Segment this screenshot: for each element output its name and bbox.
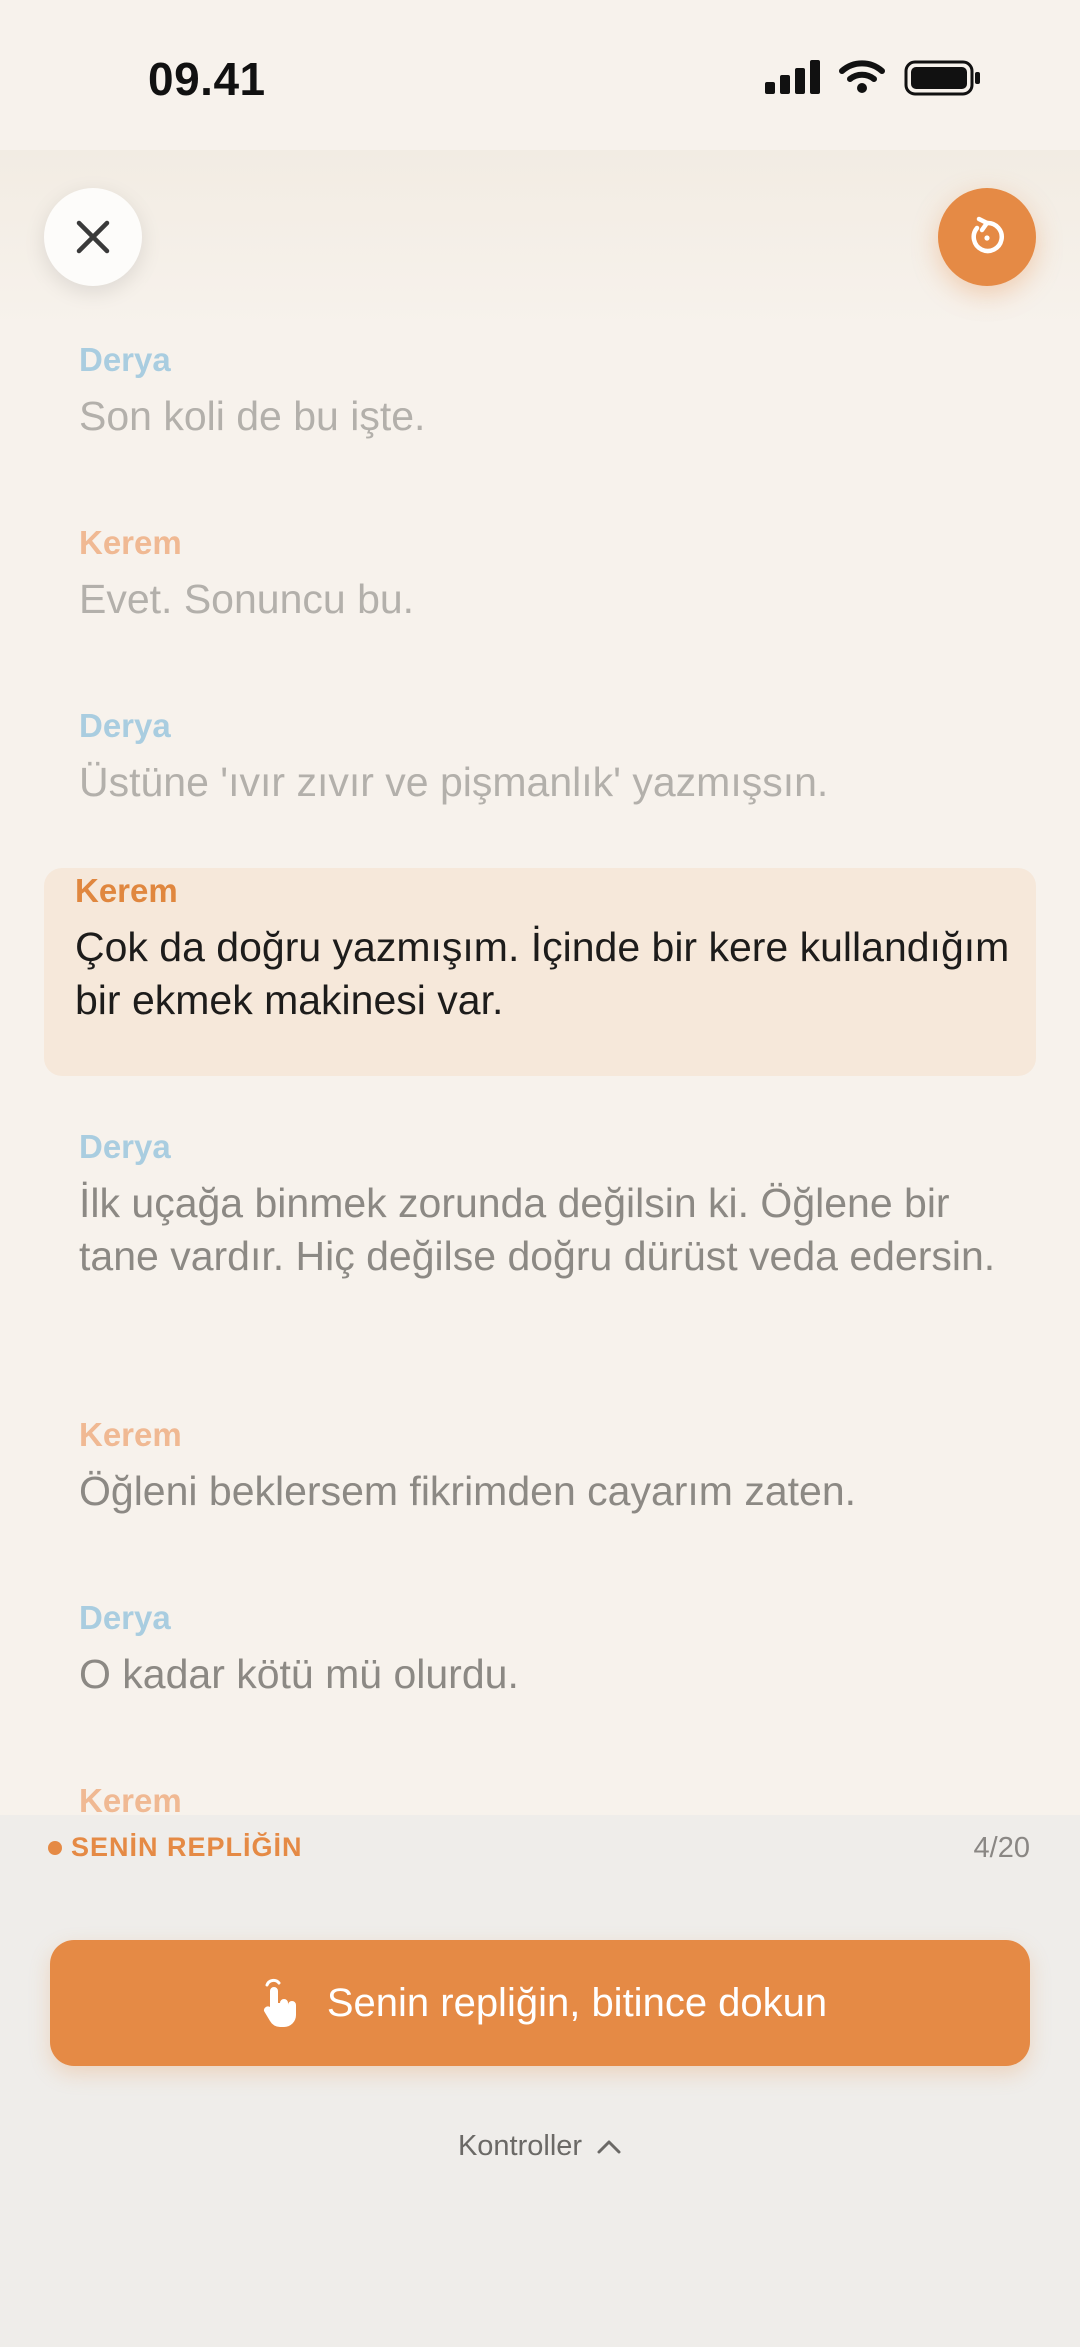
status-time: 09.41 <box>148 53 266 105</box>
controls-label: Kontroller <box>457 2130 583 2162</box>
speaker-name: Kerem <box>79 524 182 561</box>
close-button[interactable] <box>44 188 142 286</box>
script-line[interactable]: Derya Son koli de bu işte. <box>79 340 1019 443</box>
script-line[interactable]: Derya O kadar kötü mü olurdu. <box>79 1598 1019 1701</box>
restart-button[interactable] <box>938 188 1036 286</box>
cellular-signal-icon <box>765 60 820 94</box>
chevron-up-icon <box>597 2140 621 2153</box>
close-icon <box>76 220 110 254</box>
top-fade <box>0 150 1080 330</box>
line-text: İlk uçağa binmek zorunda değilsin ki. Öğ… <box>79 1180 996 1279</box>
tap-hand-icon <box>263 1978 296 2027</box>
speaker-name: Derya <box>79 341 171 378</box>
script-line[interactable]: Kerem Çok da doğru yazmışım. İçinde bir k… <box>75 871 1015 1027</box>
speaker-name: Derya <box>79 1599 171 1636</box>
speaker-name: Kerem <box>75 872 178 909</box>
line-text: Üstüne 'ıvır zıvır ve pişmanlık' yazmışs… <box>79 759 829 805</box>
bottom-panel <box>0 1815 1080 2347</box>
your-line-label: SENİN REPLİĞİN <box>71 1832 303 1862</box>
script-line[interactable]: Derya Üstüne 'ıvır zıvır ve pişmanlık' ya… <box>79 706 1019 809</box>
line-text: Çok da doğru yazmışım. İçinde bir kere k… <box>75 924 1010 1023</box>
line-text: Son koli de bu işte. <box>79 393 426 439</box>
script-line[interactable]: Kerem Öğleni beklersem fikrimden cayarım … <box>79 1415 1019 1518</box>
battery-icon <box>904 60 980 96</box>
wifi-icon <box>839 60 885 93</box>
speaker-name: Kerem <box>79 1416 182 1453</box>
restart-icon <box>971 216 1004 254</box>
your-line-header: SENİN REPLİĞİN <box>48 1832 303 1863</box>
line-text: Öğleni beklersem fikrimden cayarım zaten… <box>79 1468 857 1514</box>
line-text: Evet. Sonuncu bu. <box>79 576 415 622</box>
speaker-name: Derya <box>79 707 171 744</box>
status-bar: 09.41 <box>0 0 1080 150</box>
controls-toggle[interactable]: Kontroller <box>0 2130 1080 2163</box>
done-button-label: Senin repliğin, bitince dokun <box>326 1980 828 2025</box>
done-button[interactable]: Senin repliğin, bitince dokun <box>50 1940 1030 2066</box>
script-line[interactable]: Kerem Evet. Sonuncu bu. <box>79 523 1019 626</box>
speaker-name: Derya <box>79 1128 171 1165</box>
status-dot <box>48 1840 62 1855</box>
line-progress: 4/20 <box>973 1832 1030 1864</box>
line-text: O kadar kötü mü olurdu. <box>79 1651 519 1697</box>
script-line[interactable]: Derya İlk uçağa binmek zorunda değilsin k… <box>79 1127 1019 1283</box>
